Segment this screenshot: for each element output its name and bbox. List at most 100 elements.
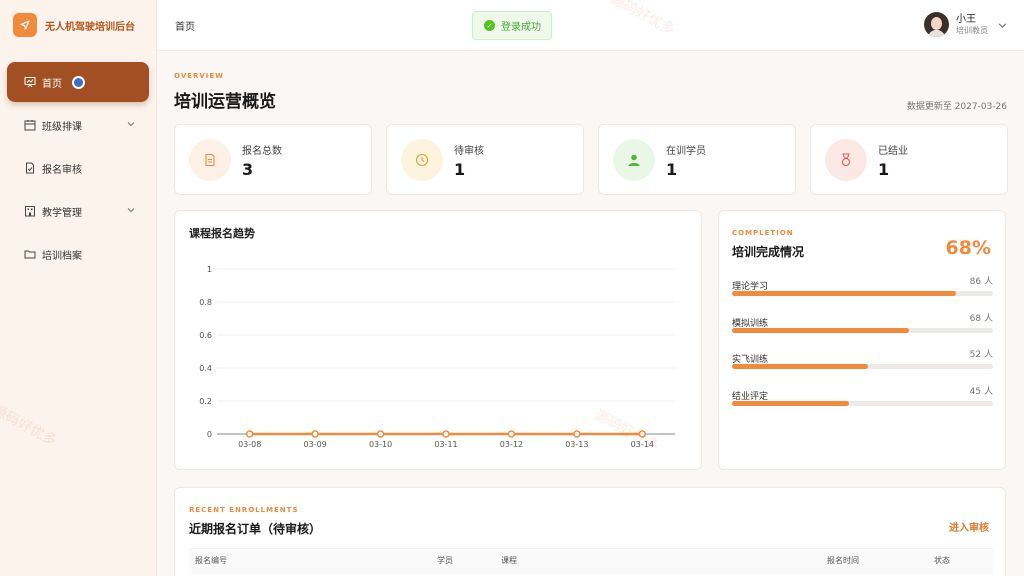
x-tick-label: 03-08 [238, 440, 261, 449]
data-point [311, 430, 319, 438]
completion-title: 培训完成情况 [732, 245, 805, 259]
data-point [376, 430, 385, 438]
progress-item: 模拟训练 68 人 [732, 311, 993, 333]
x-tick-label: 03-10 [369, 440, 392, 449]
active-indicator-icon [72, 75, 85, 89]
completion-eyebrow: COMPLETION [732, 229, 794, 237]
column-header-time: 报名时间 [827, 556, 859, 565]
sidebar-item-label: 教学管理 [42, 207, 82, 219]
sidebar-item-archive[interactable]: 培训档案 [7, 234, 149, 274]
stat-value: 1 [878, 160, 890, 179]
column-header-id: 报名编号 [195, 556, 227, 565]
chevron-down-icon [127, 206, 135, 217]
stat-card-total[interactable]: 报名总数 3 [174, 124, 372, 195]
progress-item: 实飞训练 52 人 [732, 347, 993, 369]
clock-icon [401, 139, 443, 181]
progress-track [732, 291, 993, 296]
sidebar-item-label: 培训档案 [42, 250, 82, 262]
building-icon [24, 205, 36, 217]
avatar[interactable] [924, 12, 949, 37]
recent-title: 近期报名订单（待审核） [189, 522, 322, 536]
sidebar-item-label: 报名审核 [42, 164, 82, 176]
sidebar-item-teaching[interactable]: 教学管理 [7, 191, 149, 231]
data-point [573, 430, 581, 438]
stat-label: 报名总数 [242, 146, 282, 157]
stat-value: 1 [666, 160, 678, 179]
data-updated-text: 数据更新至 2027-03-26 [906, 102, 1007, 112]
stat-label: 已结业 [878, 146, 908, 157]
go-review-link[interactable]: 进入审核 [949, 519, 989, 534]
folder-icon [24, 248, 36, 260]
data-point [507, 430, 516, 438]
user-menu[interactable]: 小王 培训教员 [924, 12, 1007, 37]
y-tick-label: 0.6 [199, 331, 212, 340]
data-point [638, 430, 647, 438]
sidebar-item-label: 首页 [42, 78, 62, 90]
sidebar-item-enrollment-review[interactable]: 报名审核 [7, 148, 149, 188]
brand-title: 无人机驾驶培训后台 [45, 21, 135, 33]
calendar-icon [24, 119, 36, 131]
recent-eyebrow: RECENT ENROLLMENTS [189, 506, 299, 514]
x-tick-label: 03-14 [631, 440, 654, 449]
column-header-status: 状态 [934, 556, 950, 565]
toast-message: 登录成功 [501, 22, 541, 33]
data-point [442, 430, 450, 438]
y-tick-label: 0.2 [199, 397, 212, 406]
progress-item: 理论学习 86 人 [732, 274, 993, 296]
sidebar: 无人机驾驶培训后台 首页 班级排课 报名审核 教学管理 培训档案 [0, 0, 157, 576]
x-tick-label: 03-11 [434, 440, 457, 449]
user-name: 小王 [956, 14, 976, 26]
success-toast: ✓ 登录成功 [472, 11, 552, 40]
stat-label: 待审核 [454, 146, 484, 157]
stat-card-in-training[interactable]: 在训学员 1 [598, 124, 796, 195]
document-icon [189, 139, 231, 181]
y-tick-label: 0.4 [199, 364, 212, 373]
document-check-icon [24, 162, 36, 174]
progress-track [732, 364, 993, 369]
progress-fill [732, 364, 868, 369]
completion-percent: 68% [945, 237, 991, 259]
stat-card-pending[interactable]: 待审核 1 [386, 124, 584, 195]
x-tick-label: 03-13 [565, 440, 588, 449]
dashboard-icon [24, 76, 36, 88]
column-header-student: 学员 [437, 556, 453, 565]
logo-icon [13, 13, 37, 37]
user-icon [613, 139, 655, 181]
progress-value: 45 人 [969, 387, 993, 397]
sidebar-item-schedule[interactable]: 班级排课 [7, 105, 149, 145]
progress-value: 86 人 [969, 277, 993, 287]
sidebar-item-home[interactable]: 首页 [7, 62, 149, 102]
breadcrumb[interactable]: 首页 [175, 18, 195, 33]
progress-fill [732, 328, 910, 333]
stat-card-graduated[interactable]: 已结业 1 [810, 124, 1008, 195]
progress-fill [732, 291, 957, 296]
top-header: 首页 ✓ 登录成功 小王 培训教员 [157, 0, 1024, 51]
data-point [245, 430, 254, 438]
overview-eyebrow: OVERVIEW [174, 72, 224, 80]
sidebar-item-label: 班级排课 [42, 121, 82, 133]
stat-label: 在训学员 [666, 146, 706, 157]
progress-track [732, 328, 993, 333]
chevron-down-icon[interactable] [998, 15, 1007, 34]
y-tick-label: 0.8 [199, 298, 212, 307]
stat-value: 1 [454, 160, 466, 179]
x-tick-label: 03-12 [500, 440, 523, 449]
trend-chart: 0 0.2 0.4 0.6 0.8 1 03-08 03-09 03-10 03-11 03-12 0… [199, 265, 675, 449]
column-header-course: 课程 [501, 556, 517, 565]
y-tick-label: 0 [207, 430, 212, 439]
brand[interactable]: 无人机驾驶培训后台 [13, 13, 135, 37]
y-tick-label: 1 [207, 265, 212, 274]
check-circle-icon: ✓ [484, 20, 495, 31]
user-role: 培训教员 [956, 25, 988, 35]
progress-track [732, 401, 993, 406]
table-header [189, 548, 993, 574]
stat-value: 3 [242, 160, 254, 179]
progress-item: 结业评定 45 人 [732, 384, 993, 406]
progress-value: 68 人 [969, 314, 993, 324]
x-tick-label: 03-09 [304, 440, 327, 449]
recent-enrollments-card: RECENT ENROLLMENTS 近期报名订单（待审核） 进入审核 报名编号… [174, 487, 1006, 576]
completion-card: COMPLETION 培训完成情况 68% 理论学习 86 人 模拟训练 68 … [718, 210, 1006, 470]
chevron-down-icon [127, 120, 135, 131]
progress-value: 52 人 [969, 350, 993, 360]
medal-icon [825, 139, 867, 181]
